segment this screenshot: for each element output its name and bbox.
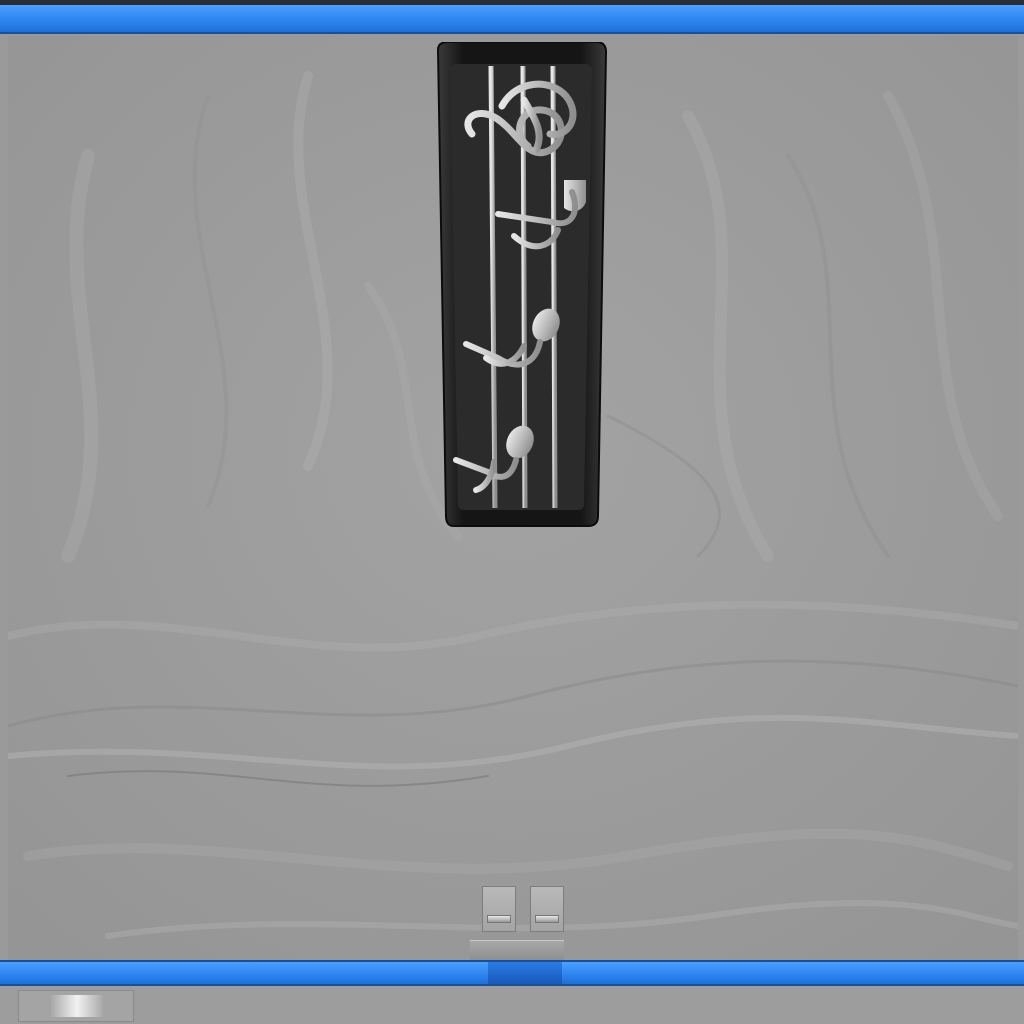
top-bar — [0, 5, 1024, 34]
music-plaque — [432, 41, 612, 528]
pedal-right-slot — [535, 915, 559, 923]
scroll-thumb-knob[interactable] — [51, 995, 103, 1017]
bottom-bar-selected-segment[interactable] — [488, 962, 562, 984]
marble-stage — [8, 36, 1018, 960]
scroll-thumb[interactable] — [18, 990, 134, 1022]
pedal-left-slot — [487, 915, 511, 923]
pedal-right[interactable] — [530, 886, 564, 932]
bottom-bar — [0, 960, 1024, 986]
music-notes-icon — [436, 41, 608, 527]
status-strip — [0, 986, 1024, 1024]
pedal-base — [470, 940, 564, 960]
pedal-left[interactable] — [482, 886, 516, 932]
